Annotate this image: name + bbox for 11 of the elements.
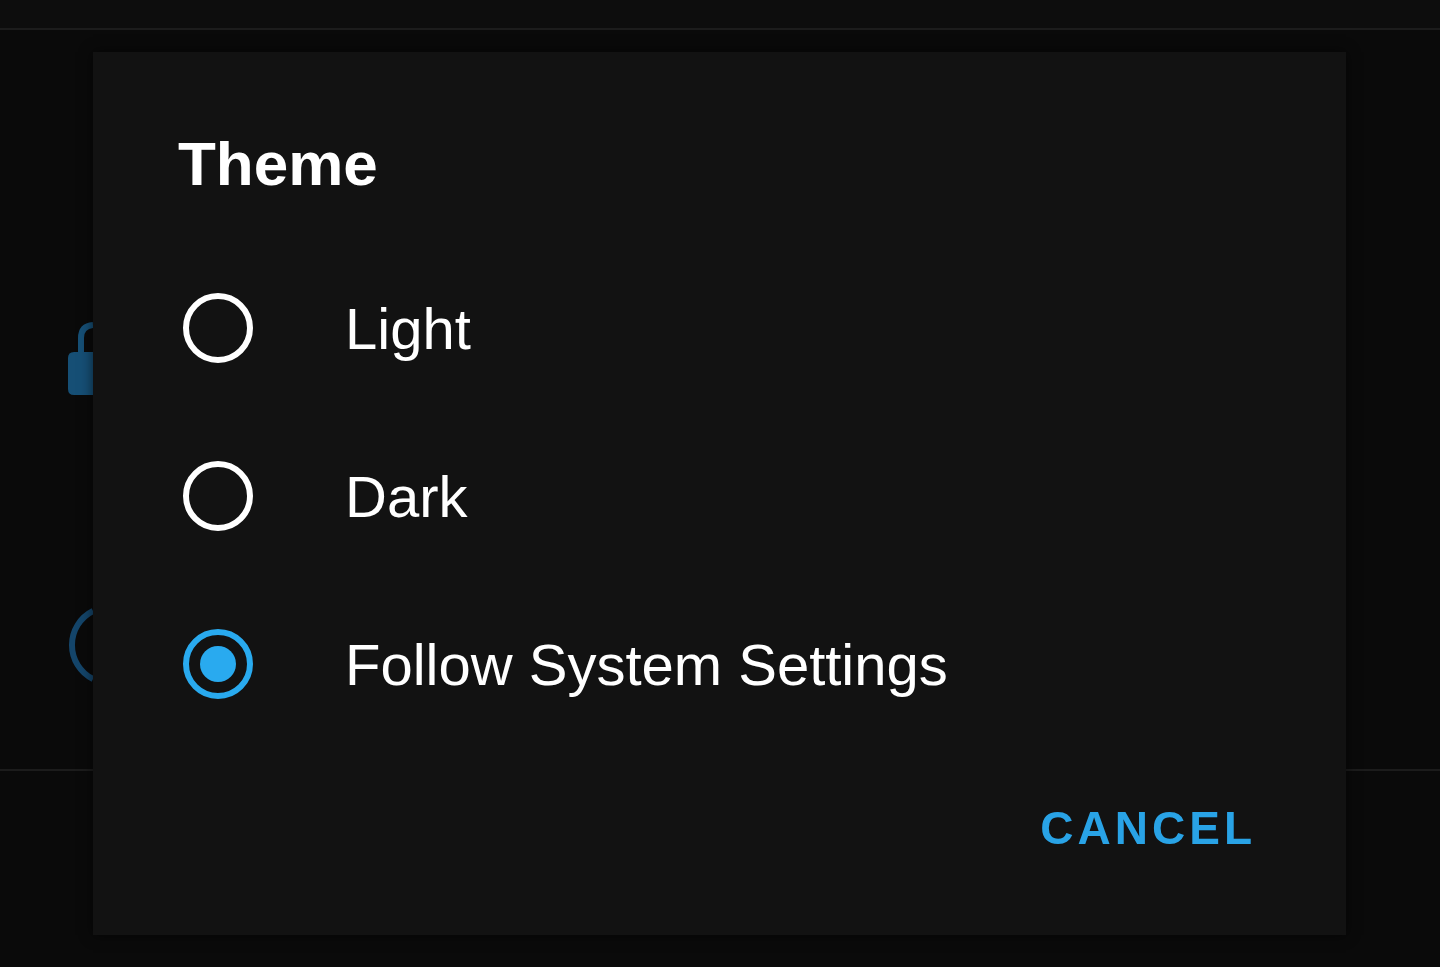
- option-label: Dark: [345, 462, 468, 531]
- power-icon: [67, 608, 95, 682]
- option-label: Follow System Settings: [345, 630, 948, 699]
- cancel-button[interactable]: CANCEL: [1030, 786, 1266, 871]
- theme-option[interactable]: Dark: [93, 412, 1346, 580]
- theme-option[interactable]: Light: [93, 244, 1346, 412]
- theme-option[interactable]: Follow System Settings: [93, 580, 1346, 748]
- radio-button[interactable]: [183, 629, 253, 699]
- lock-icon: [68, 322, 93, 395]
- option-label: Light: [345, 294, 471, 363]
- dialog-title: Theme: [178, 128, 379, 200]
